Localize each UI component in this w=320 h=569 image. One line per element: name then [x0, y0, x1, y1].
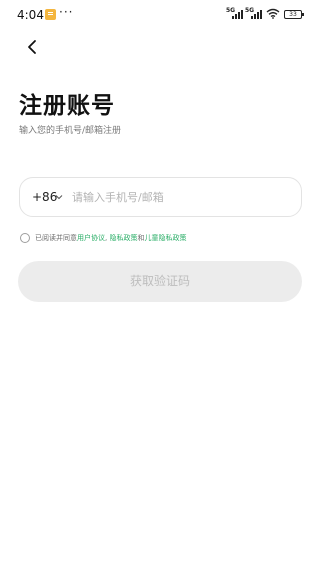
battery-icon: 33	[284, 10, 304, 19]
phone-email-field[interactable]: +86	[19, 177, 302, 217]
children-privacy-link[interactable]: 儿童隐私政策	[144, 234, 186, 242]
back-button[interactable]	[20, 36, 44, 58]
agreement-row: 已阅读并同意用户协议, 隐私政策和儿童隐私政策	[19, 232, 309, 246]
get-verification-code-button[interactable]: 获取验证码	[18, 261, 302, 302]
status-bar: 4:04 ··· 5G 5G 33	[0, 0, 320, 28]
more-icon: ···	[59, 5, 74, 19]
agreement-prefix: 已阅读并同意	[35, 234, 77, 242]
back-arrow-icon	[28, 40, 36, 54]
chevron-down-icon[interactable]	[55, 193, 63, 201]
note-icon	[45, 9, 56, 20]
page-subtitle: 输入您的手机号/邮箱注册	[19, 126, 122, 136]
agreement-text: 已阅读并同意用户协议, 隐私政策和儿童隐私政策	[35, 233, 186, 243]
page-title: 注册账号	[19, 93, 115, 119]
wifi-icon	[266, 8, 280, 19]
phone-email-input[interactable]	[72, 187, 292, 207]
status-time: 4:04	[17, 8, 44, 22]
user-agreement-link[interactable]: 用户协议	[77, 234, 105, 242]
agreement-checkbox[interactable]	[20, 233, 30, 243]
privacy-policy-link[interactable]: 隐私政策	[109, 234, 137, 242]
country-code-selector[interactable]: +86	[32, 190, 57, 204]
